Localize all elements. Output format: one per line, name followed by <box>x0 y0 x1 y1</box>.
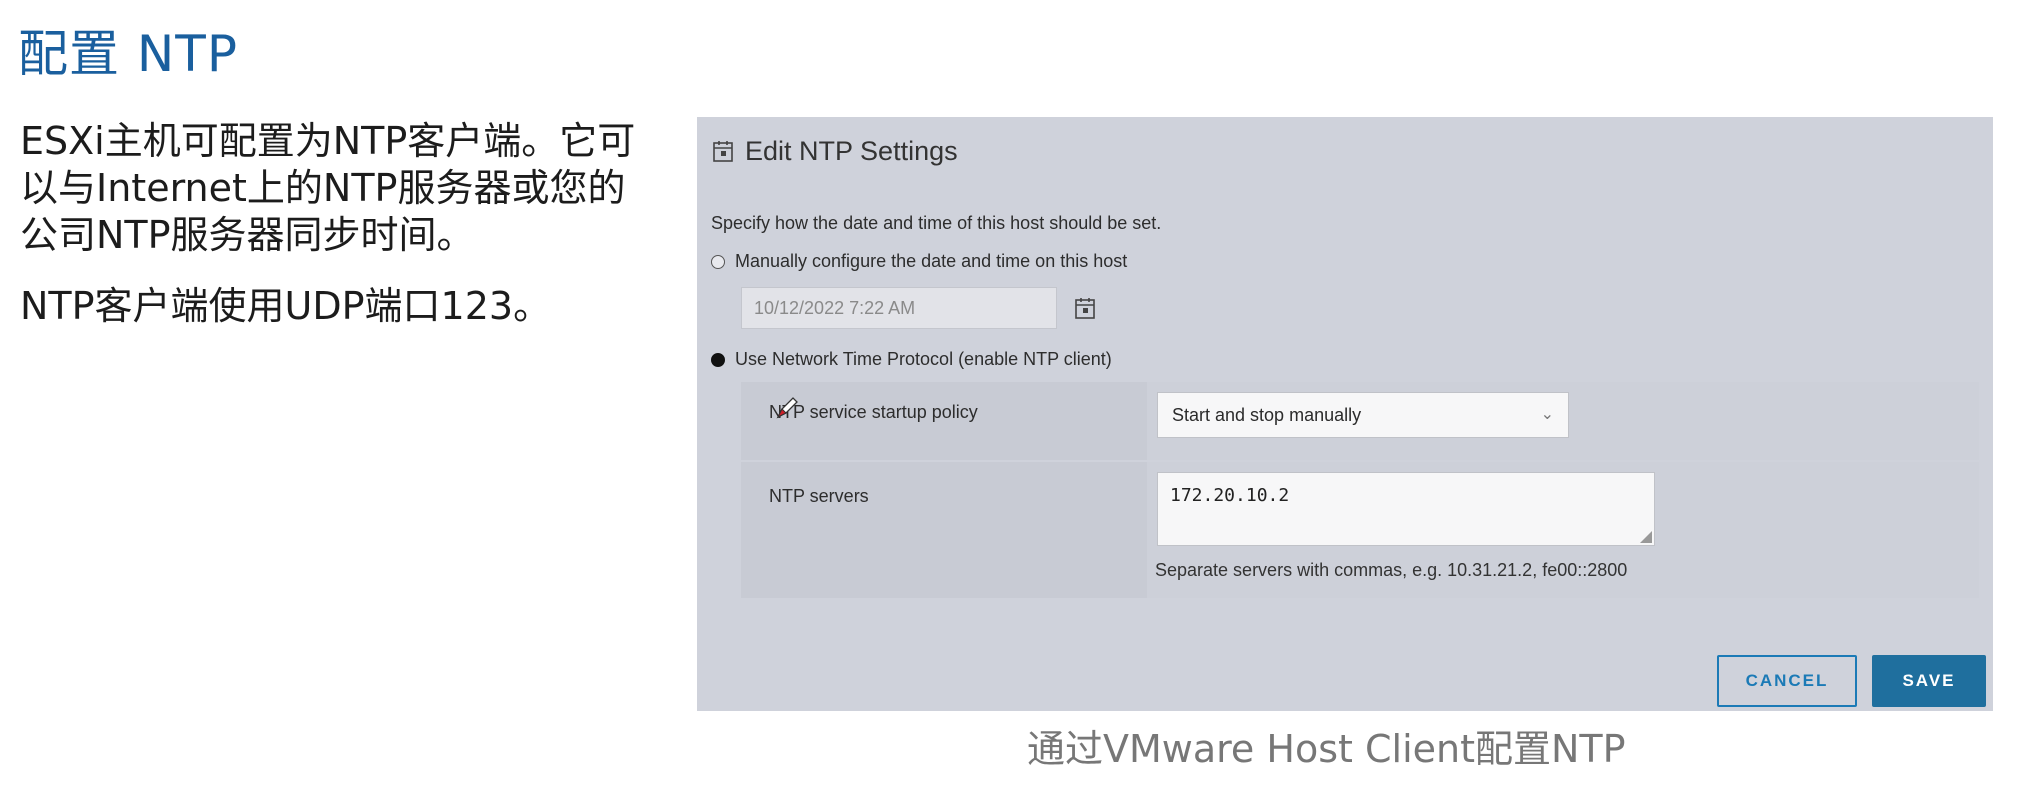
option-ntp-label: Use Network Time Protocol (enable NTP cl… <box>735 349 1112 369</box>
startup-policy-value-cell: Start and stop manually ⌄ <box>1147 382 1979 460</box>
radio-ntp[interactable] <box>711 352 725 367</box>
save-button[interactable]: SAVE <box>1872 655 1986 707</box>
option-ntp[interactable]: Use Network Time Protocol (enable NTP cl… <box>711 349 1112 370</box>
calendar-icon <box>713 141 733 162</box>
option-manual-label: Manually configure the date and time on … <box>735 251 1128 271</box>
bullet-ntp-client: ESXi主机可配置为NTP客户端。它可以与Internet上的NTP服务器或您的… <box>20 119 636 257</box>
option-manual[interactable]: Manually configure the date and time on … <box>711 251 1127 272</box>
resize-grip-icon[interactable] <box>1640 531 1652 543</box>
bullet-udp-port: NTP客户端使用UDP端口123。 <box>20 284 552 328</box>
startup-policy-label: NTP service startup policy <box>769 402 978 422</box>
dialog-header: Edit NTP Settings <box>713 131 958 171</box>
radio-manual[interactable] <box>711 254 725 269</box>
edit-ntp-dialog: Edit NTP Settings Specify how the date a… <box>697 117 1993 711</box>
figure-caption: 通过VMware Host Client配置NTP <box>1027 727 1626 771</box>
ntp-servers-label-cell: NTP servers <box>741 462 1147 598</box>
startup-policy-value: Start and stop manually <box>1172 405 1362 425</box>
dialog-description: Specify how the date and time of this ho… <box>711 213 1162 233</box>
ntp-servers-label: NTP servers <box>769 486 869 506</box>
chevron-down-icon: ⌄ <box>1540 406 1554 423</box>
pen-cursor-icon <box>776 397 798 419</box>
manual-datetime-field[interactable]: 10/12/2022 7:22 AM <box>741 287 1057 329</box>
bullet-list: ESXi主机可配置为NTP客户端。它可以与Internet上的NTP服务器或您的… <box>20 118 660 354</box>
cancel-button[interactable]: CANCEL <box>1717 655 1857 707</box>
startup-policy-label-cell: NTP service startup policy <box>741 382 1147 460</box>
ntp-servers-input[interactable]: 172.20.10.2 <box>1157 472 1655 546</box>
ntp-servers-value-cell: 172.20.10.2 Separate servers with commas… <box>1147 462 1979 598</box>
date-picker-icon[interactable] <box>1075 297 1095 319</box>
slide-title: 配置 NTP <box>18 25 238 83</box>
ntp-servers-hint: Separate servers with commas, e.g. 10.31… <box>1155 560 1628 580</box>
ntp-servers-value: 172.20.10.2 <box>1170 485 1290 506</box>
dialog-title: Edit NTP Settings <box>745 135 958 166</box>
startup-policy-select[interactable]: Start and stop manually ⌄ <box>1157 392 1569 438</box>
